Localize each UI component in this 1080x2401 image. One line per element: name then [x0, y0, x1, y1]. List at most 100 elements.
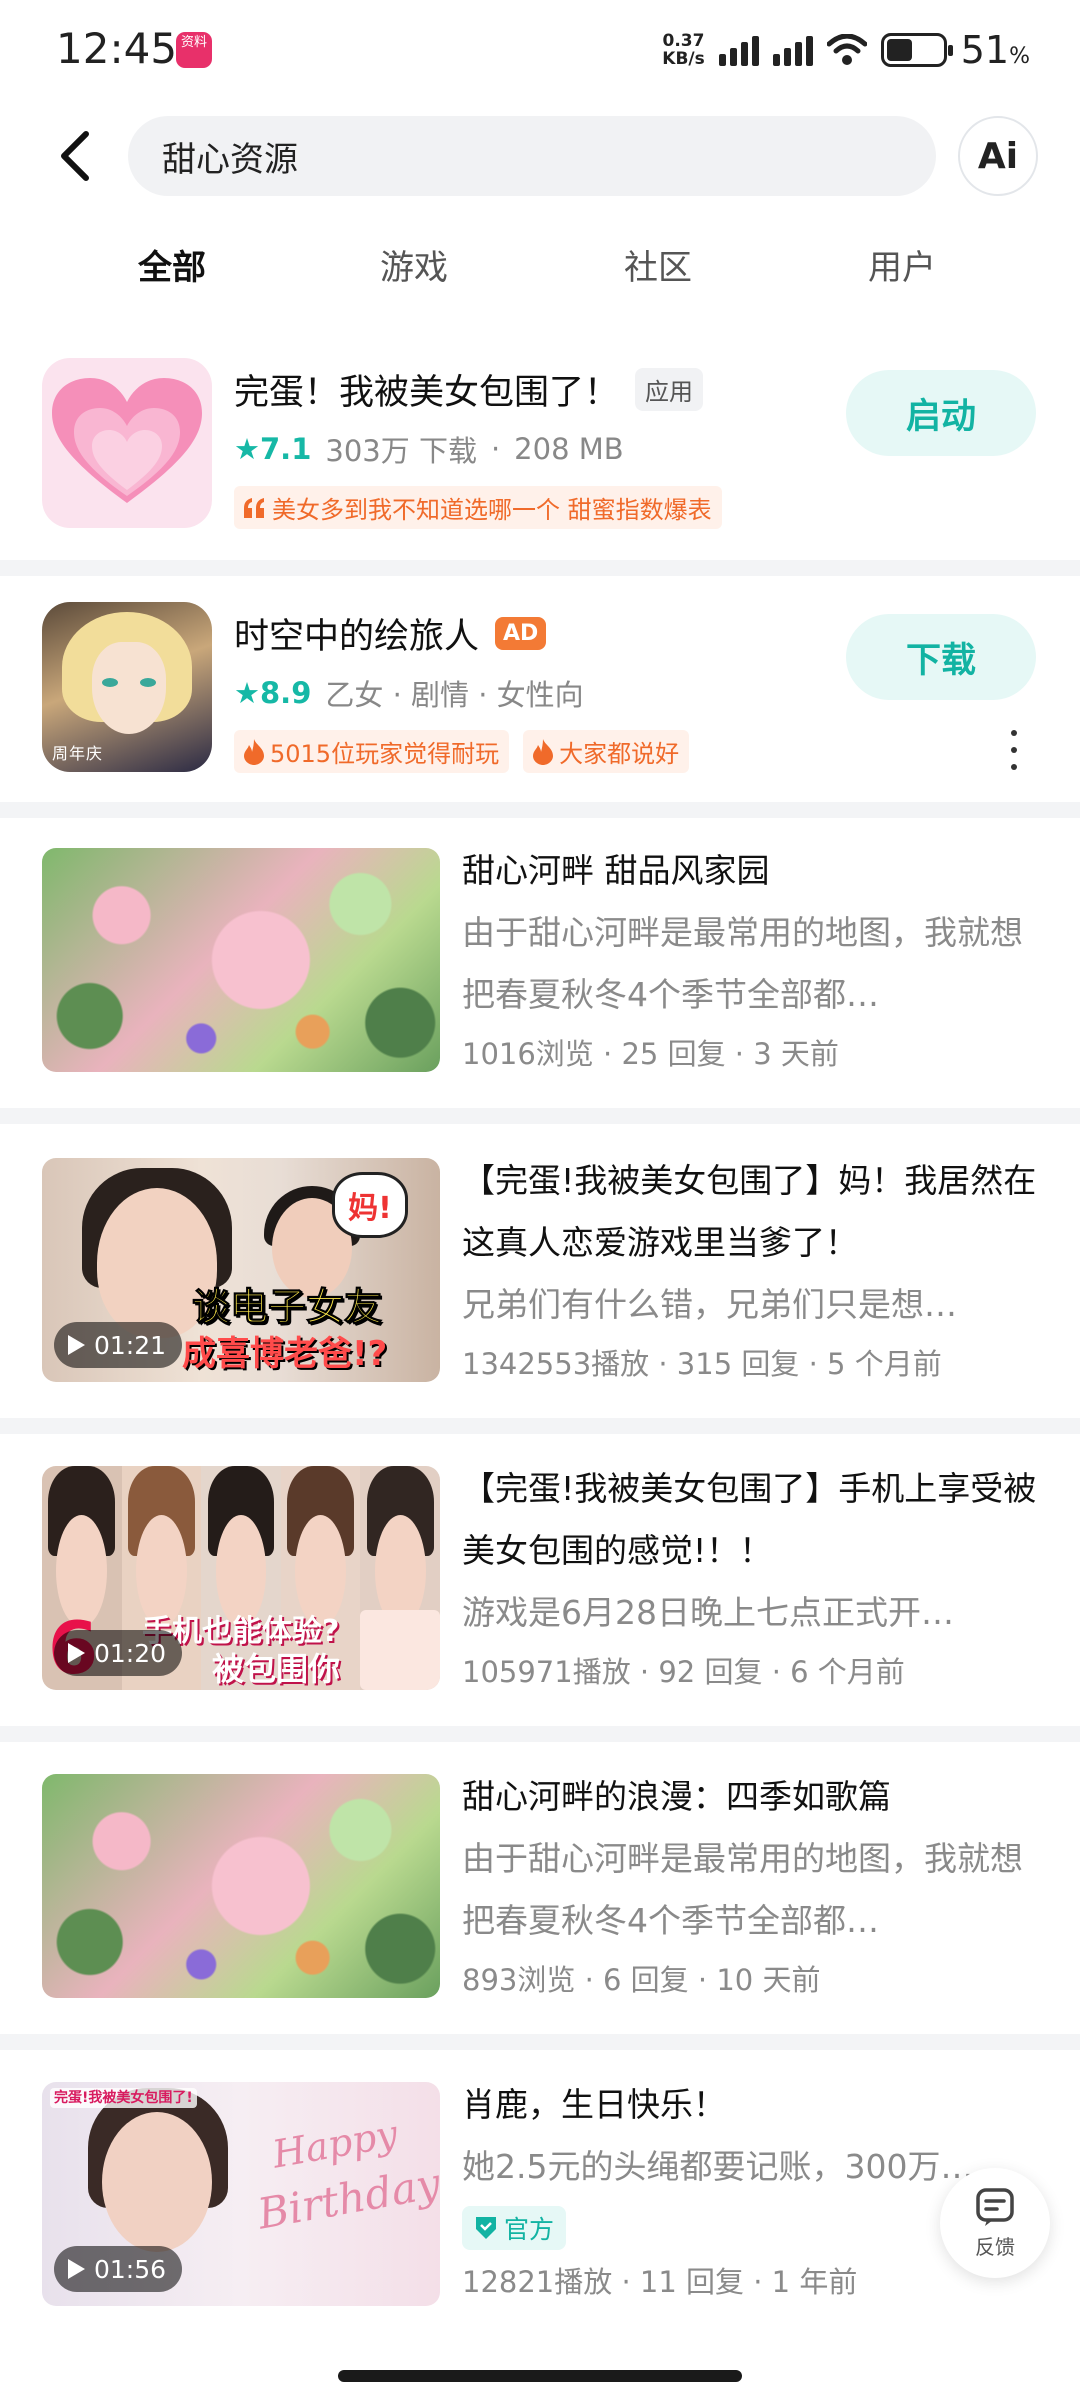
status-time: 12:45	[56, 24, 178, 73]
feedback-label: 反馈	[975, 2234, 1015, 2259]
app-title-row: 完蛋！我被美女包围了！ 应用	[234, 364, 704, 415]
post-card[interactable]: 完蛋!我被美女包围了! Happy Birthday 01:56 肖鹿，生日快乐…	[0, 2082, 1080, 2306]
app-downloads: 303万 下载	[325, 434, 477, 468]
post-description: 由于甜心河畔是最常用的地图，我就想把春夏秋冬4个季节全部都…	[462, 913, 1023, 1014]
post-stats: 12821播放 · 11 回复 · 1 年前	[462, 2265, 858, 2299]
chevron-left-icon	[61, 131, 89, 181]
post-card[interactable]: 甜心河畔的浪漫：四季如歌篇 由于甜心河畔是最常用的地图，我就想把春夏秋冬4个季节…	[0, 1774, 1080, 1998]
battery-percent: 51%	[960, 28, 1030, 72]
post-card[interactable]: 甜心河畔 甜品风家园 由于甜心河畔是最常用的地图，我就想把春夏秋冬4个季节全部都…	[0, 848, 1080, 1072]
app-highlights: 美女多到我不知道选哪一个 甜蜜指数爆表	[234, 486, 722, 529]
app-rating: ★7.1	[234, 432, 312, 466]
post-title: 甜心河畔 甜品风家园	[462, 851, 770, 890]
section-divider	[0, 1726, 1080, 1742]
battery-icon	[880, 33, 953, 67]
wifi-icon	[826, 34, 867, 65]
app-icon[interactable]: 周年庆	[42, 602, 212, 772]
post-title: 【完蛋!我被美女包围了】妈！我居然在这真人恋爱游戏里当爹了！	[462, 1161, 1037, 1262]
app-genres: 乙女 · 剧情 · 女性向	[325, 678, 584, 712]
app-highlight: 美女多到我不知道选哪一个 甜蜜指数爆表	[234, 486, 722, 529]
feedback-icon	[976, 2187, 1014, 2226]
post-description: 由于甜心河畔是最常用的地图，我就想把春夏秋冬4个季节全部都…	[462, 1839, 1023, 1940]
search-input[interactable]: 甜心资源	[128, 116, 936, 196]
ad-badge: AD	[495, 617, 547, 650]
post-text: 【完蛋!我被美女包围了】妈！我居然在这真人恋爱游戏里当爹了！ 兄弟们有什么错，兄…	[462, 1150, 1042, 1392]
back-button[interactable]	[48, 120, 104, 192]
app-meta: ★8.9 乙女 · 剧情 · 女性向	[234, 672, 584, 714]
post-text: 甜心河畔 甜品风家园 由于甜心河畔是最常用的地图，我就想把春夏秋冬4个季节全部都…	[462, 840, 1042, 1082]
post-stats: 893浏览 · 6 回复 · 10 天前	[462, 1963, 821, 1997]
player-rating-pill: 5015位玩家觉得耐玩	[234, 730, 510, 773]
thumbnail-bubble: 妈!	[332, 1172, 408, 1238]
app-result-card[interactable]: 完蛋！我被美女包围了！ 应用 ★7.1 303万 下载 · 208 MB 美女多…	[0, 358, 1080, 568]
video-thumbnail[interactable]: 妈! 谈电子女友 成喜博老爸!? 01:21	[42, 1158, 440, 1382]
ad-app-card[interactable]: 周年庆 时空中的绘旅人 AD ★8.9 乙女 · 剧情 · 女性向 5015位玩…	[0, 602, 1080, 812]
status-indicators: 0.37 KB/s 51%	[662, 28, 1030, 72]
post-thumbnail[interactable]	[42, 848, 440, 1072]
video-duration: 01:20	[54, 1630, 183, 1676]
search-query: 甜心资源	[162, 139, 298, 180]
app-meta: ★7.1 303万 下载 · 208 MB	[234, 428, 624, 470]
post-stats: 1016浏览 · 25 回复 · 3 天前	[462, 1037, 839, 1071]
app-icon-caption: 周年庆	[52, 744, 104, 763]
praise-pill: 大家都说好	[523, 730, 690, 773]
tab-users[interactable]: 用户	[868, 240, 936, 289]
video-duration: 01:21	[54, 1322, 183, 1368]
section-divider	[0, 1108, 1080, 1124]
network-speed: 0.37 KB/s	[662, 31, 705, 69]
post-title: 肖鹿，生日快乐！	[462, 2085, 726, 2124]
game-logo: 完蛋!我被美女包围了!	[50, 2088, 197, 2108]
status-bar: 12:45 资料 0.37 KB/s 51%	[0, 0, 1080, 100]
signal-icon	[718, 34, 759, 66]
download-button[interactable]: 下载	[846, 614, 1036, 700]
meta-separator: ·	[490, 432, 501, 466]
section-divider	[0, 560, 1080, 576]
section-divider	[0, 802, 1080, 818]
post-title: 【完蛋!我被美女包围了】手机上享受被美女包围的感觉!！！	[462, 1469, 1037, 1570]
tab-all[interactable]: 全部	[138, 240, 206, 289]
video-thumbnail[interactable]: 完蛋!我被美女包围了! Happy Birthday 01:56	[42, 2082, 440, 2306]
post-card[interactable]: 6 手机也能体验? 被包围你 01:20 【完蛋!我被美女包围了】手机上享受被美…	[0, 1466, 1080, 1690]
app-size: 208 MB	[514, 432, 624, 466]
app-title-row: 时空中的绘旅人 AD	[234, 608, 547, 659]
fire-icon	[244, 738, 264, 765]
post-stats: 105971播放 · 92 回复 · 6 个月前	[462, 1655, 905, 1689]
heart-icon	[52, 378, 202, 503]
active-tab-indicator	[146, 288, 202, 298]
home-indicator[interactable]	[338, 2370, 742, 2382]
play-icon	[68, 1643, 85, 1663]
post-description: 游戏是6月28日晚上七点正式开…	[462, 1593, 954, 1632]
thumbnail-caption: 成喜博老爸!?	[182, 1334, 388, 1374]
verified-icon	[476, 2217, 496, 2239]
post-thumbnail[interactable]	[42, 1774, 440, 1998]
search-tabs: 全部 游戏 社区 用户	[0, 240, 1080, 310]
post-card[interactable]: 妈! 谈电子女友 成喜博老爸!? 01:21 【完蛋!我被美女包围了】妈！我居然…	[0, 1158, 1080, 1382]
meme-sticker	[360, 1610, 440, 1690]
app-icon[interactable]	[42, 358, 212, 528]
tab-community[interactable]: 社区	[624, 240, 692, 289]
post-text: 甜心河畔的浪漫：四季如歌篇 由于甜心河畔是最常用的地图，我就想把春夏秋冬4个季节…	[462, 1766, 1042, 2008]
thumbnail-caption: 谈电子女友	[191, 1285, 383, 1330]
feedback-button[interactable]: 反馈	[940, 2168, 1050, 2278]
post-text: 【完蛋!我被美女包围了】手机上享受被美女包围的感觉!！！ 游戏是6月28日晚上七…	[462, 1458, 1042, 1700]
fire-icon	[533, 738, 554, 765]
section-divider	[0, 1418, 1080, 1434]
signal-icon-2	[772, 34, 813, 66]
app-title: 时空中的绘旅人	[234, 617, 480, 657]
more-options-icon[interactable]	[1004, 730, 1024, 770]
section-divider	[0, 2034, 1080, 2050]
quote-icon	[244, 497, 264, 518]
tab-games[interactable]: 游戏	[380, 240, 448, 289]
app-highlights: 5015位玩家觉得耐玩 大家都说好	[234, 730, 690, 773]
post-title: 甜心河畔的浪漫：四季如歌篇	[462, 1777, 891, 1816]
post-description: 兄弟们有什么错，兄弟们只是想…	[462, 1285, 957, 1324]
post-stats: 1342553播放 · 315 回复 · 5 个月前	[462, 1347, 942, 1381]
ai-button[interactable]: Ai	[958, 116, 1038, 196]
play-icon	[68, 1335, 85, 1355]
video-thumbnail[interactable]: 6 手机也能体验? 被包围你 01:20	[42, 1466, 440, 1690]
official-badge: 官方	[462, 2206, 567, 2250]
play-icon	[68, 2259, 85, 2279]
launch-button[interactable]: 启动	[846, 370, 1036, 456]
app-title: 完蛋！我被美女包围了！	[234, 373, 620, 413]
app-type-tag: 应用	[635, 368, 704, 411]
